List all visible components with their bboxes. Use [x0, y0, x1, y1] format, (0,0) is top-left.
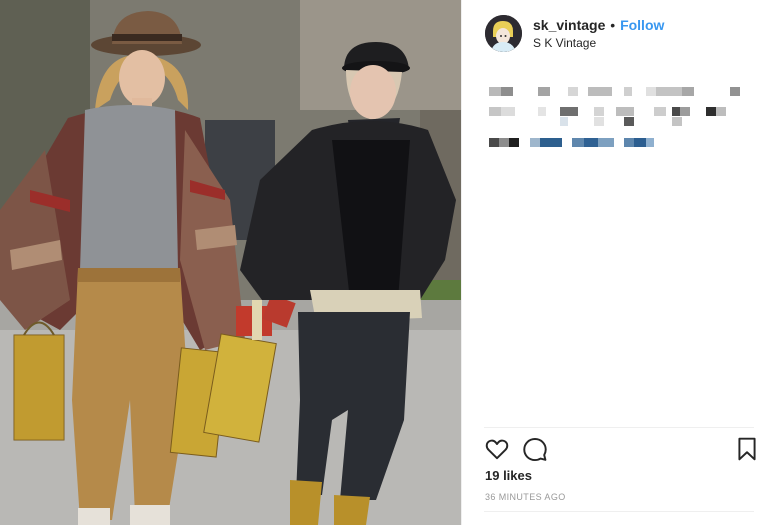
caption-pixel — [716, 107, 726, 116]
caption-pixel — [538, 87, 550, 96]
caption-pixel — [624, 138, 634, 147]
comment-icon — [523, 438, 547, 462]
actions-divider — [484, 427, 754, 428]
caption-pixel — [594, 117, 604, 126]
caption-pixel — [730, 87, 740, 96]
caption-pixel — [501, 87, 513, 96]
comment-button[interactable] — [522, 436, 548, 462]
caption-pixel — [489, 107, 501, 116]
save-button[interactable] — [734, 436, 760, 462]
caption-pixel — [501, 107, 515, 116]
caption-pixel — [594, 107, 604, 116]
post-actions — [484, 436, 756, 462]
caption-pixel — [656, 87, 682, 96]
caption-pixel — [568, 87, 578, 96]
caption-pixel — [560, 107, 578, 116]
caption-pixel — [706, 107, 716, 116]
caption-pixel — [682, 87, 694, 96]
instagram-post: sk_vintage • Follow S K Vintage 19 likes… — [0, 0, 770, 525]
pixelated-caption — [484, 84, 754, 154]
likes-count[interactable]: 19 likes — [485, 468, 532, 483]
caption-pixel — [530, 138, 540, 147]
bookmark-icon — [738, 437, 756, 461]
location-link[interactable]: S K Vintage — [533, 36, 596, 50]
follow-button[interactable]: Follow — [620, 17, 664, 33]
photo-illustration — [0, 0, 461, 525]
caption-pixel — [588, 87, 612, 96]
caption-pixel — [680, 107, 690, 116]
caption-pixel — [624, 117, 634, 126]
bottom-divider — [484, 511, 754, 512]
caption-pixel — [499, 138, 509, 147]
post-header-line: sk_vintage • Follow — [533, 17, 664, 34]
avatar-illustration — [485, 15, 522, 52]
post-timestamp: 36 MINUTES AGO — [485, 492, 566, 502]
caption-pixel — [540, 138, 562, 147]
caption-pixel — [672, 107, 680, 116]
caption-pixel — [672, 117, 682, 126]
post-side-panel: sk_vintage • Follow S K Vintage 19 likes… — [461, 0, 770, 525]
separator-dot: • — [610, 17, 616, 33]
profile-avatar[interactable] — [485, 15, 522, 52]
caption-pixel — [538, 107, 546, 116]
caption-pixel — [654, 107, 666, 116]
post-photo[interactable] — [0, 0, 461, 525]
caption-pixel — [560, 117, 568, 126]
like-button[interactable] — [484, 436, 510, 462]
caption-pixel — [598, 138, 614, 147]
caption-pixel — [572, 138, 584, 147]
caption-pixel — [634, 138, 646, 147]
caption-pixel — [509, 138, 519, 147]
caption-pixel — [584, 138, 598, 147]
caption-pixel — [489, 87, 501, 96]
caption-pixel — [616, 107, 634, 116]
caption-pixel — [646, 138, 654, 147]
username-link[interactable]: sk_vintage — [533, 17, 605, 33]
caption-pixel — [489, 138, 499, 147]
caption-pixel — [646, 87, 656, 96]
heart-icon — [485, 439, 509, 460]
caption-pixel — [624, 87, 632, 96]
